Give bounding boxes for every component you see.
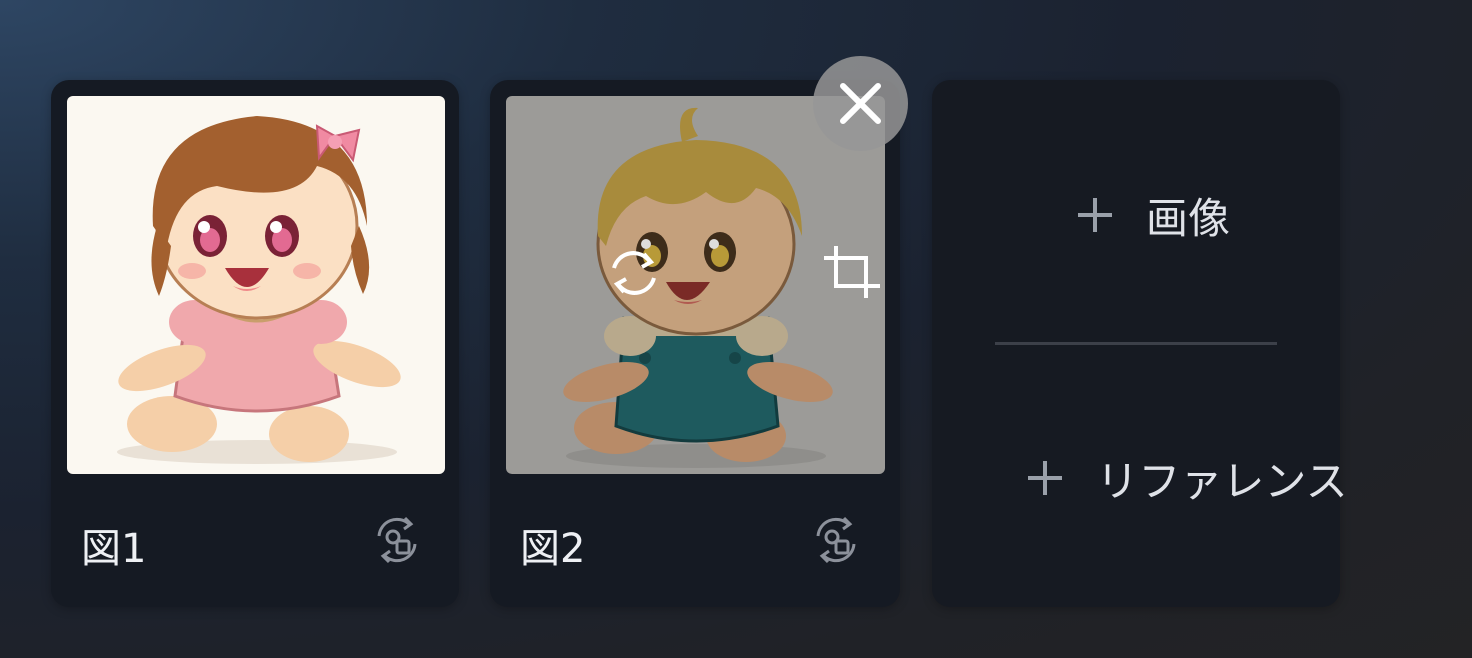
replace-icon[interactable] xyxy=(604,242,664,302)
image-caption: 図1 xyxy=(81,526,147,572)
add-reference-button[interactable]: リファレンス xyxy=(932,448,1390,508)
crop-icon[interactable] xyxy=(822,242,882,302)
add-image-button[interactable]: 画像 xyxy=(932,188,1356,243)
swap-icon[interactable] xyxy=(808,512,864,568)
thumbnail-hover-actions xyxy=(590,242,880,312)
plus-icon xyxy=(1077,198,1112,232)
swap-icon[interactable] xyxy=(369,512,425,568)
add-reference-label: リファレンス xyxy=(1096,456,1348,506)
baby-girl-illustration xyxy=(117,116,401,464)
thumbnail-image-1[interactable] xyxy=(67,96,445,474)
image-caption: 図2 xyxy=(520,526,586,572)
image-card-1[interactable]: 図1 xyxy=(51,80,459,607)
add-image-label: 画像 xyxy=(1145,193,1230,243)
close-icon[interactable] xyxy=(813,56,908,151)
add-panel: 画像 リファレンス xyxy=(932,80,1348,607)
plus-icon xyxy=(1028,461,1063,495)
image-card-2[interactable]: 図2 xyxy=(490,80,900,607)
divider xyxy=(995,342,1277,345)
